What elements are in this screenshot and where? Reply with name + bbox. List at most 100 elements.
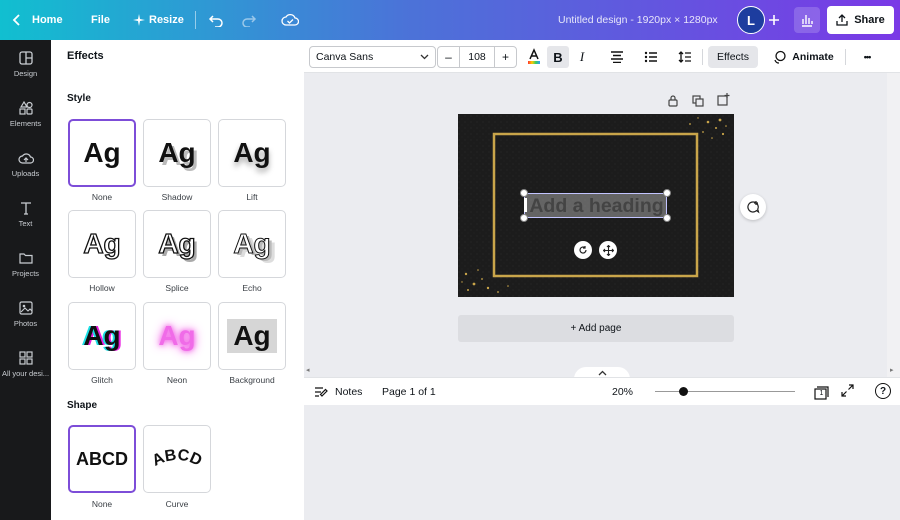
share-button[interactable]: Share [827,6,894,34]
animate-label: Animate [792,51,834,63]
effect-splice-card[interactable]: Ag [143,210,211,278]
bold-button[interactable]: B [547,46,569,68]
effect-sample: Ag [158,137,196,168]
lock-button[interactable] [667,94,681,108]
effect-sample: Ag [233,137,271,168]
shape-label: None [91,499,113,509]
share-upload-icon [836,14,848,26]
list-button[interactable] [640,46,662,68]
more-options-button[interactable]: ••• [854,46,880,68]
undo-button[interactable] [206,10,226,30]
nav-item-text[interactable]: Text [0,190,51,240]
effect-sample: Ag [83,320,121,351]
effect-glitch-card[interactable]: Ag [68,302,136,370]
nav-item-uploads[interactable]: Uploads [0,140,51,190]
chevron-up-icon [598,370,606,376]
move-handle[interactable] [599,241,617,259]
duplicate-page-button[interactable] [692,94,706,108]
rotate-handle[interactable] [574,241,592,259]
share-label: Share [854,14,885,26]
effects-panel: Effects Style Ag None Ag Shadow Ag Lift … [51,40,304,520]
effect-lift-card[interactable]: Ag [218,119,286,187]
nav-item-projects[interactable]: Projects [0,240,51,290]
resize-handle-tr[interactable] [663,189,671,197]
redo-button[interactable] [239,10,259,30]
heading-text[interactable]: Add a heading [525,194,668,219]
shapes-icon [18,100,33,115]
svg-text:ABCD: ABCD [150,447,205,470]
comment-button[interactable] [740,194,766,220]
insights-button[interactable] [794,7,820,33]
nav-item-design[interactable]: Design [0,40,51,90]
text-toolbar: Canva Sans – 108 + B I Effects Animate •… [304,40,900,73]
image-icon [18,301,33,315]
zoom-slider-track[interactable] [655,391,795,392]
animate-icon [774,50,786,64]
effects-button[interactable]: Effects [708,46,758,68]
resize-button[interactable]: Resize [133,0,184,40]
sparkle-icon [133,14,145,26]
shape-heading: Shape [67,400,98,411]
text-color-icon [528,48,540,64]
undo-icon [208,15,223,27]
effect-none-card[interactable]: Ag [68,119,136,187]
nav-item-photos[interactable]: Photos [0,290,51,340]
divider [845,49,846,65]
scroll-left-arrow[interactable]: ◂ [306,366,312,374]
font-size-decrease[interactable]: – [438,47,460,67]
add-page-button[interactable]: + Add page [458,315,734,342]
invite-button[interactable] [764,10,784,30]
nav-item-elements[interactable]: Elements [0,90,51,140]
effect-label: Hollow [89,283,115,293]
divider [702,49,703,65]
effect-shadow-card[interactable]: Ag [143,119,211,187]
avatar[interactable]: L [737,6,765,34]
style-heading: Style [67,93,91,104]
font-family-select[interactable]: Canva Sans [309,46,436,68]
design-title[interactable]: Untitled design - 1920px × 1280px [558,0,718,40]
expand-icon [841,384,854,397]
italic-button[interactable]: I [571,46,593,68]
nav-label: Elements [9,119,42,128]
home-button[interactable]: Home [10,0,63,40]
effect-echo-card[interactable]: Ag [218,210,286,278]
file-menu[interactable]: File [91,0,110,40]
add-comment-icon [747,201,760,214]
animate-button[interactable]: Animate [772,46,834,68]
apps-grid-icon [18,351,33,365]
zoom-level[interactable]: 20% [612,384,633,400]
text-caret [524,198,527,212]
cloud-save-status[interactable] [280,10,300,30]
panel-title: Effects [67,50,104,62]
bottom-bar: Notes Page 1 of 1 20% 1 ? [304,377,900,405]
vertical-scrollbar[interactable] [887,73,900,377]
add-page-icon-button[interactable] [717,93,731,107]
effect-hollow-card[interactable]: Ag [68,210,136,278]
font-family-value: Canva Sans [316,51,374,63]
layout-icon [18,51,33,65]
nav-item-all-designs[interactable]: All your desi... [0,340,51,390]
scroll-right-arrow[interactable]: ▸ [890,366,896,374]
curve-sample: ABCD [150,447,205,470]
effect-label: Shadow [161,192,193,202]
effect-neon-card[interactable]: Ag [143,302,211,370]
shape-curve-card[interactable]: ABCD [143,425,211,493]
font-size-input[interactable]: 108 [460,47,494,67]
font-size-increase[interactable]: + [494,47,516,67]
help-button[interactable]: ? [875,383,891,399]
notes-button[interactable]: Notes [314,384,362,400]
text-color-button[interactable] [523,46,545,68]
spacing-button[interactable] [674,46,696,68]
resize-handle-br[interactable] [663,214,671,222]
resize-handle-tl[interactable] [520,189,528,197]
fullscreen-button[interactable] [841,384,857,400]
zoom-slider-thumb[interactable] [678,387,688,396]
heading-text-box[interactable]: Add a heading [524,193,667,218]
resize-handle-bl[interactable] [520,214,528,222]
shape-none-card[interactable]: ABCD [68,425,136,493]
align-button[interactable] [606,46,628,68]
page-grid-button[interactable]: 1 [812,384,830,401]
page-indicator[interactable]: Page 1 of 1 [382,384,436,400]
effect-background-card[interactable]: Ag [218,302,286,370]
redo-icon [242,15,257,27]
